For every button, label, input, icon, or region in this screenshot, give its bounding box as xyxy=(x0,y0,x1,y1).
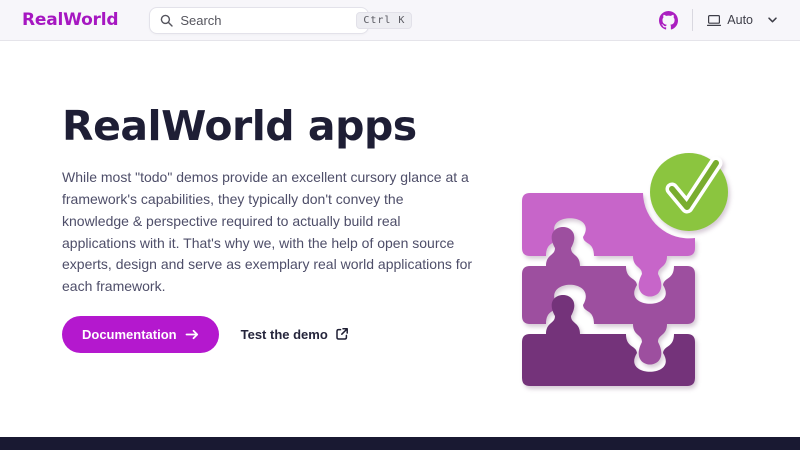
chevron-down-icon xyxy=(767,16,778,24)
cta-row: Documentation Test the demo xyxy=(62,316,482,353)
check-circle-icon xyxy=(650,153,728,231)
footer-strip xyxy=(0,437,800,450)
hero-description: While most "todo" demos provide an excel… xyxy=(62,167,474,298)
documentation-button[interactable]: Documentation xyxy=(62,316,219,353)
github-icon[interactable] xyxy=(659,11,678,30)
laptop-icon xyxy=(707,14,721,27)
documentation-button-label: Documentation xyxy=(82,327,177,342)
search-icon xyxy=(160,14,173,27)
puzzle-logo xyxy=(515,146,750,391)
hero-text: RealWorld apps While most "todo" demos p… xyxy=(62,103,482,353)
hero-section: RealWorld apps While most "todo" demos p… xyxy=(0,41,800,437)
arrow-right-icon xyxy=(185,329,199,340)
theme-switcher[interactable]: Auto xyxy=(707,13,778,27)
test-demo-link[interactable]: Test the demo xyxy=(241,327,349,342)
navbar-right: Auto xyxy=(659,9,778,31)
search-shortcut-badge: Ctrl K xyxy=(356,12,412,29)
logo[interactable]: RealWorld xyxy=(22,10,118,30)
navbar-divider xyxy=(692,9,693,31)
search-box[interactable]: Ctrl K xyxy=(149,7,369,34)
theme-label: Auto xyxy=(727,13,753,27)
search-input[interactable] xyxy=(180,13,356,28)
page-title: RealWorld apps xyxy=(62,103,482,150)
external-link-icon xyxy=(335,327,349,341)
test-demo-label: Test the demo xyxy=(241,327,328,342)
navbar: RealWorld Ctrl K Auto xyxy=(0,0,800,41)
